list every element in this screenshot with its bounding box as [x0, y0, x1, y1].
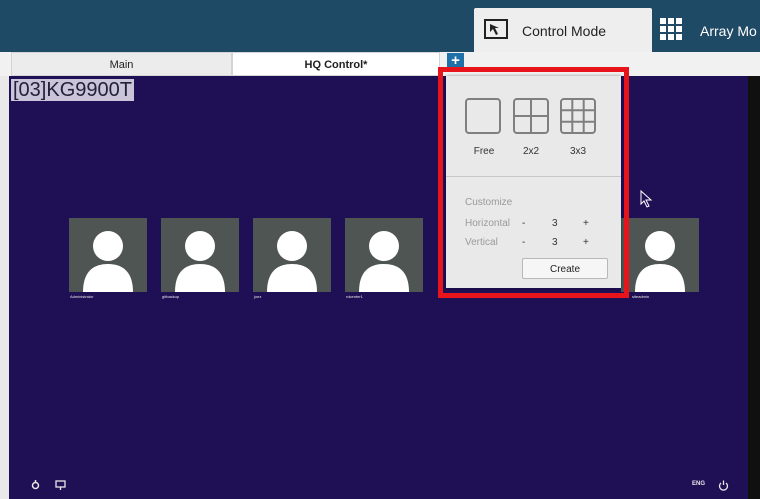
tab-main[interactable]: Main	[11, 52, 232, 76]
mouse-cursor-icon	[640, 190, 653, 208]
array-mode-icon	[660, 18, 682, 40]
control-mode-label: Control Mode	[522, 23, 607, 39]
user-name: Administrator	[70, 294, 94, 299]
user-tile[interactable]	[621, 218, 699, 292]
power-icon[interactable]	[718, 480, 729, 491]
left-edge	[0, 76, 9, 499]
right-edge	[748, 76, 760, 499]
user-tile[interactable]	[161, 218, 239, 292]
language-indicator[interactable]: ENG	[692, 481, 705, 487]
user-name: siteadmin	[632, 294, 650, 299]
user-tile[interactable]	[345, 218, 423, 292]
monitor-icon[interactable]	[55, 480, 66, 491]
user-avatar-icon	[267, 231, 317, 292]
control-mode-icon	[484, 19, 508, 39]
user-tile[interactable]	[69, 218, 147, 292]
settings-icon[interactable]	[30, 480, 41, 491]
control-mode-tab[interactable]: Control Mode	[474, 8, 652, 54]
tab-hq-control[interactable]: HQ Control*	[232, 52, 440, 76]
user-name: joez	[254, 294, 262, 299]
array-mode-tab[interactable]: Array Mo	[656, 8, 760, 54]
user-name: gitbackup	[162, 294, 180, 299]
array-mode-label: Array Mo	[700, 23, 757, 39]
user-avatar-icon	[635, 231, 685, 292]
highlight-box	[438, 67, 629, 298]
user-avatar-icon	[83, 231, 133, 292]
user-tile[interactable]	[253, 218, 331, 292]
user-name: rdcenter1	[346, 294, 363, 299]
user-avatar-icon	[175, 231, 225, 292]
device-label: [03]KG9900T	[11, 79, 134, 101]
user-avatar-icon	[359, 231, 409, 292]
